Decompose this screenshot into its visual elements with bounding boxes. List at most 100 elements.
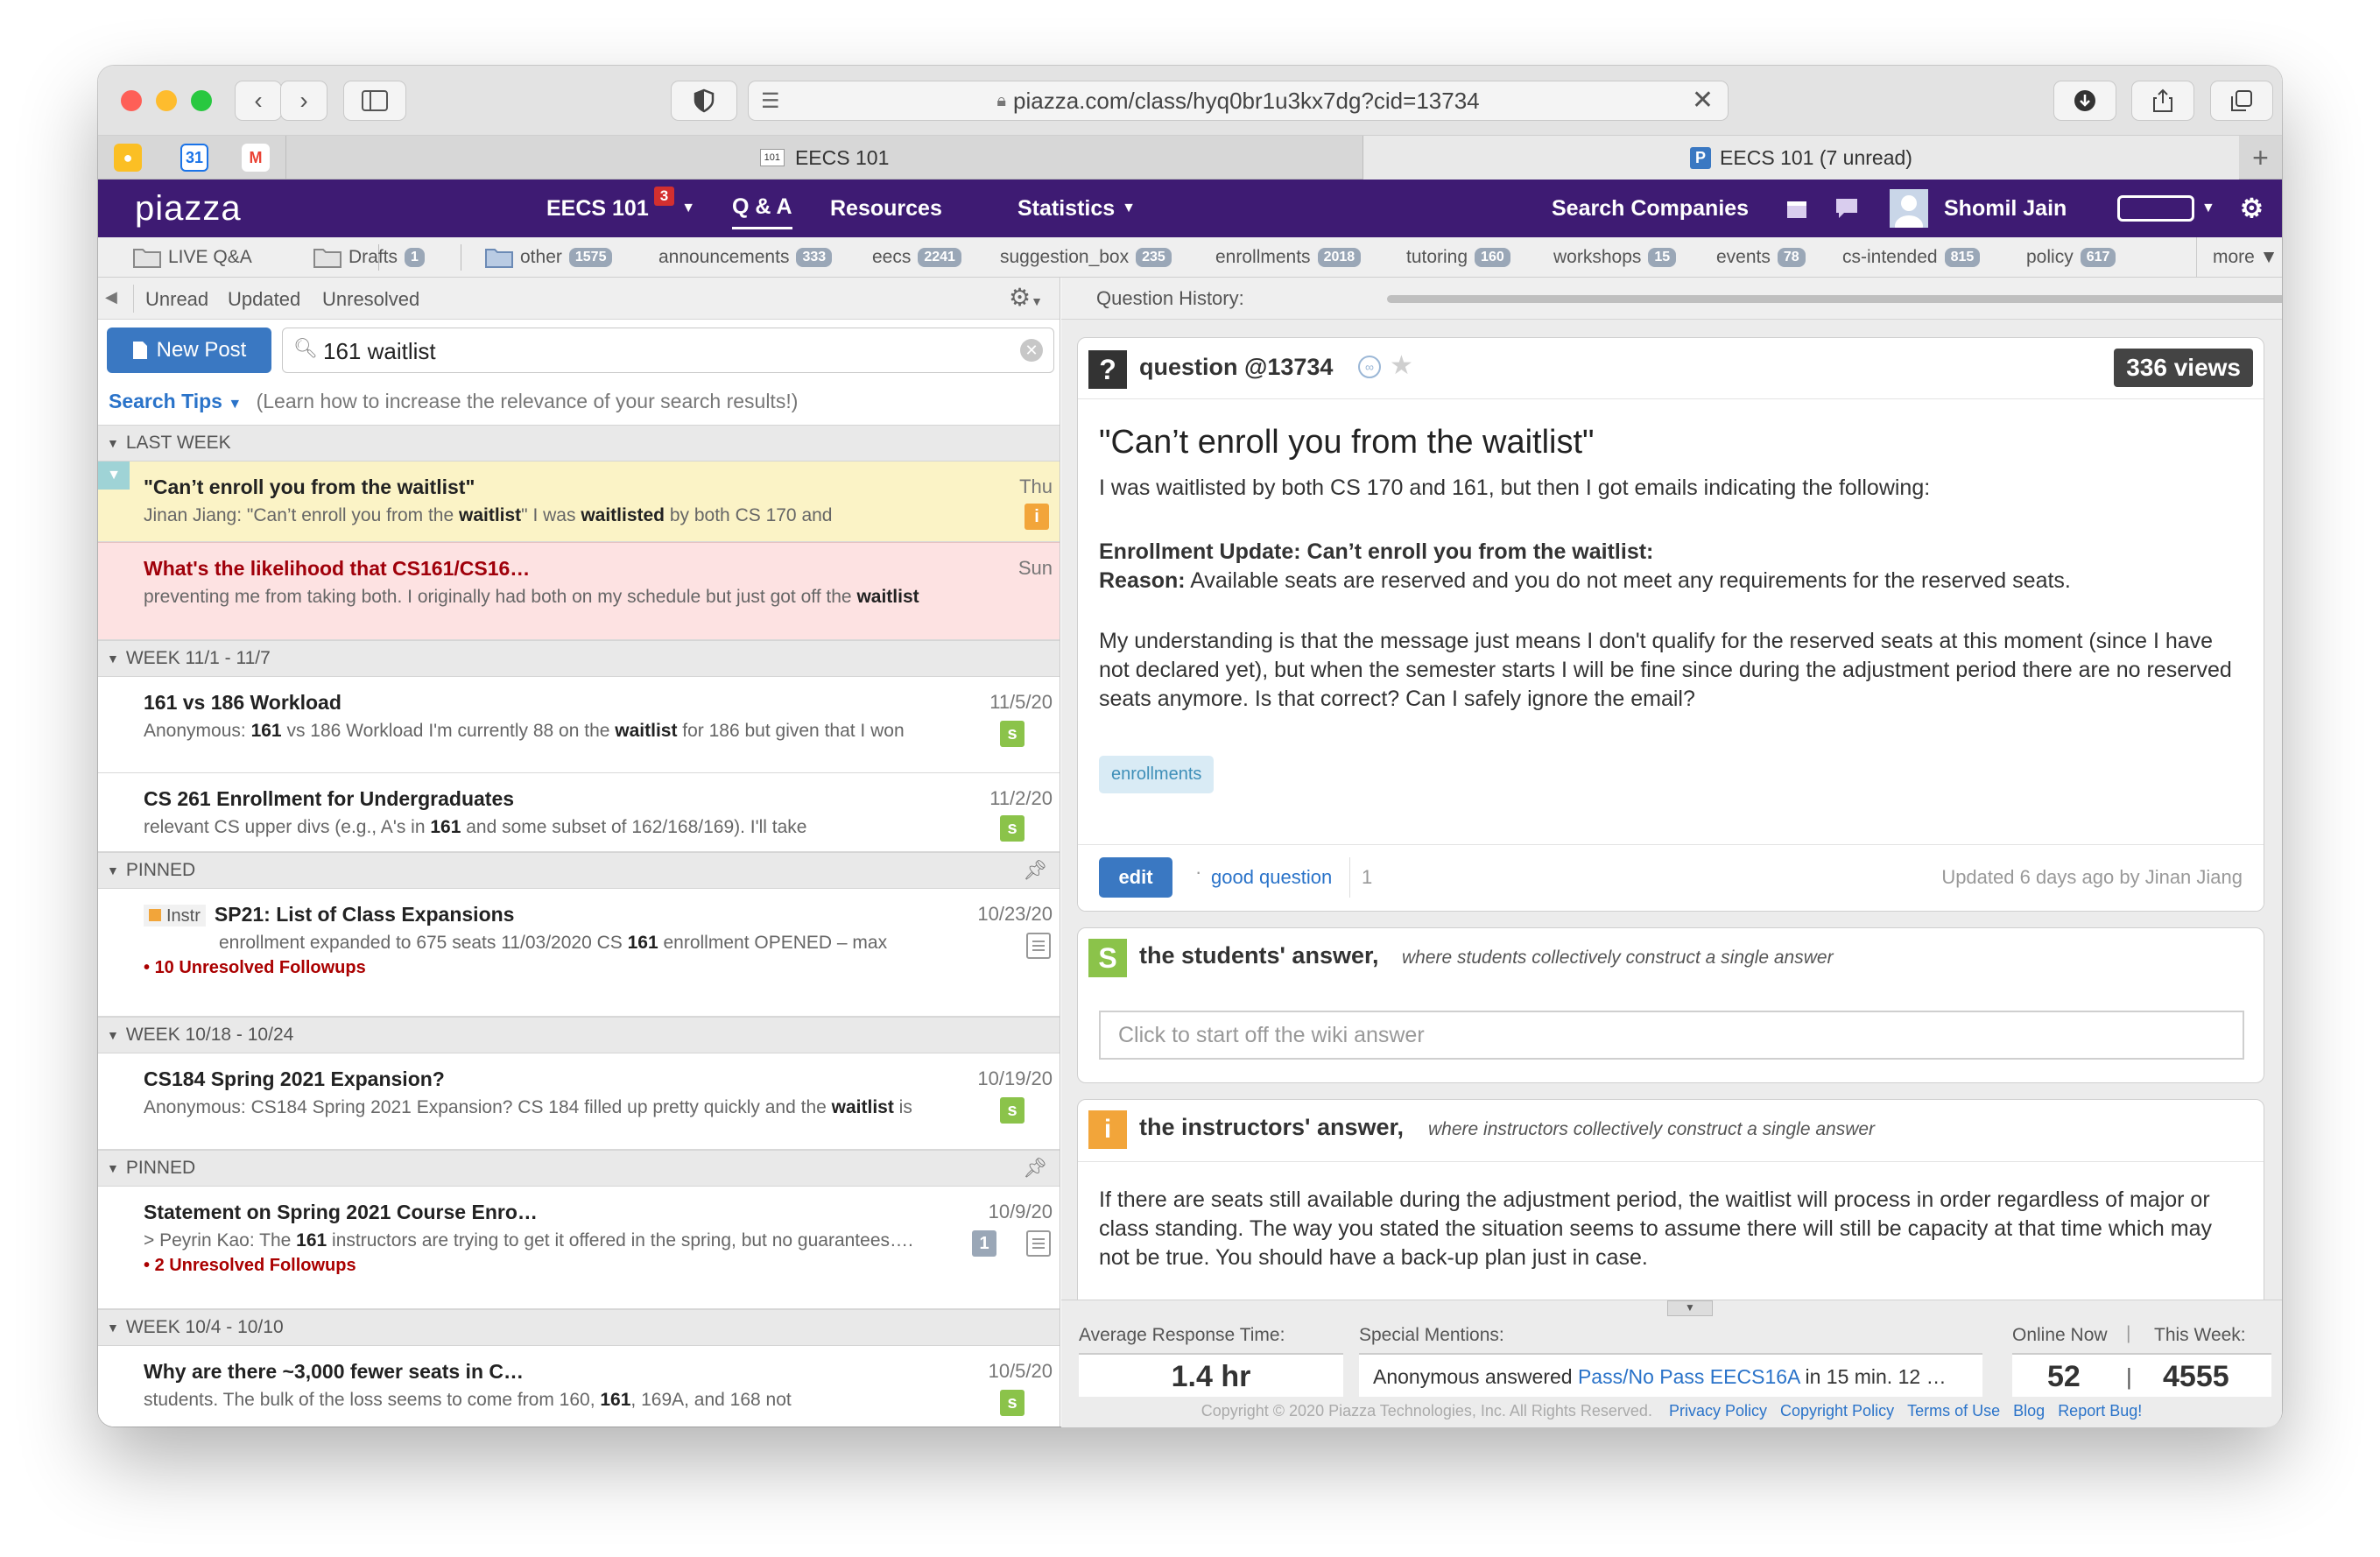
section-header-week[interactable]: ▼ WEEK 10/18 - 10/24: [98, 1017, 1060, 1053]
star-icon[interactable]: ★: [1390, 350, 1413, 381]
question-history-slider[interactable]: [1387, 295, 2282, 303]
question-update-line: Enrollment Update: Can’t enroll you from…: [1099, 539, 1654, 564]
feed-item-snippet: Jinan Jiang: "Can’t enroll you from the …: [144, 505, 833, 525]
search-tips-link[interactable]: Search Tips ▼: [109, 390, 242, 412]
feed-item-pinned[interactable]: Instr SP21: List of Class Expansions enro…: [98, 889, 1060, 1017]
tab-statistics[interactable]: Statistics ▼: [1017, 180, 1136, 237]
tabs-overview-button[interactable]: [2210, 81, 2273, 121]
feed-item[interactable]: Why are there ~3,000 fewer seats in C… s…: [98, 1346, 1060, 1427]
blog-link[interactable]: Blog: [2013, 1402, 2045, 1420]
user-menu-dropdown[interactable]: ▼: [2117, 180, 2215, 237]
section-header-week[interactable]: ▼ WEEK 10/4 - 10/10: [98, 1309, 1060, 1346]
pin-icon: 📌︎: [1023, 1157, 1047, 1179]
zoom-window-button[interactable]: [191, 90, 212, 111]
student-answer-icon: S: [1088, 939, 1127, 977]
feed-item[interactable]: CS184 Spring 2021 Expansion? Anonymous: …: [98, 1053, 1060, 1150]
sidebar-toggle-button[interactable]: [343, 81, 406, 121]
close-window-button[interactable]: [121, 90, 142, 111]
pinned-tab-calendar-icon[interactable]: 31: [180, 144, 208, 172]
feed-item-snippet: relevant CS upper divs (e.g., A's in 161…: [144, 817, 807, 837]
online-now-label: Online Now: [2012, 1325, 2108, 1345]
share-icon: [2153, 88, 2172, 112]
filter-unresolved[interactable]: Unresolved: [322, 288, 419, 311]
folder-tutoring[interactable]: tutoring 160: [1406, 237, 1510, 278]
section-header-pinned[interactable]: ▼ PINNED 📌︎: [98, 852, 1060, 889]
calendar-icon[interactable]: [1786, 180, 1807, 237]
privacy-policy-link[interactable]: Privacy Policy: [1669, 1402, 1767, 1420]
section-header-week[interactable]: ▼ WEEK 11/1 - 11/7: [98, 640, 1060, 677]
privacy-shield-button[interactable]: [671, 81, 737, 121]
new-tab-button[interactable]: +: [2239, 136, 2282, 180]
new-post-button[interactable]: New Post: [107, 328, 271, 373]
feed-item-pinned[interactable]: Statement on Spring 2021 Course Enro… > …: [98, 1187, 1060, 1309]
feed-settings-gear-icon[interactable]: ⚙▼: [1009, 283, 1043, 312]
tab-favicon: 101: [759, 149, 785, 166]
tag-enrollments[interactable]: enrollments: [1099, 756, 1215, 793]
folder-drafts[interactable]: Drafts 1: [313, 237, 425, 278]
terms-of-use-link[interactable]: Terms of Use: [1907, 1402, 2000, 1420]
pinned-tab-gmail-icon[interactable]: M: [242, 144, 270, 172]
good-question-link[interactable]: good question: [1211, 866, 1332, 889]
class-dropdown[interactable]: EECS 101 3 ▼: [546, 180, 695, 237]
forward-button[interactable]: ›: [280, 81, 327, 121]
downloads-button[interactable]: [2053, 81, 2116, 121]
address-bar[interactable]: ☰ 🔒︎ piazza.com/class/hyq0br1u3kx7dg?cid…: [748, 81, 1729, 121]
folder-announcements[interactable]: announcements 333: [658, 237, 833, 278]
plus-icon: +: [2252, 141, 2269, 173]
tab-qa[interactable]: Q & A: [732, 187, 792, 229]
edit-button[interactable]: edit: [1099, 857, 1172, 898]
search-input[interactable]: 🔍︎ 161 waitlist ✕: [282, 328, 1054, 373]
folder-eecs[interactable]: eecs 2241: [872, 237, 961, 278]
piazza-logo[interactable]: piazza: [135, 180, 242, 237]
reader-icon[interactable]: ☰: [761, 88, 780, 114]
tab-eecs101-unread[interactable]: P EECS 101 (7 unread): [1363, 136, 2239, 180]
folders-more-button[interactable]: more ▼: [2196, 237, 2278, 278]
wiki-answer-input[interactable]: Click to start off the wiki answer: [1099, 1011, 2244, 1060]
chevron-left-icon: ‹: [254, 87, 263, 114]
section-header-last-week[interactable]: ▼ LAST WEEK: [98, 425, 1060, 461]
clear-url-icon[interactable]: ✕: [1692, 85, 1714, 116]
share-button[interactable]: [2131, 81, 2194, 121]
report-bug-link[interactable]: Report Bug!: [2058, 1402, 2142, 1420]
class-notification-badge: 3: [653, 187, 675, 206]
copyright-policy-link[interactable]: Copyright Policy: [1780, 1402, 1894, 1420]
expand-stats-icon[interactable]: ▼: [1667, 1300, 1713, 1316]
avg-response-label: Average Response Time:: [1079, 1325, 1285, 1345]
folder-suggestion-box[interactable]: suggestion_box 235: [1000, 237, 1172, 278]
followup-count-badge: 1: [972, 1230, 996, 1257]
clear-search-icon[interactable]: ✕: [1020, 339, 1043, 362]
folder-workshops[interactable]: workshops 15: [1553, 237, 1677, 278]
filter-updated[interactable]: Updated: [228, 288, 300, 311]
user-name[interactable]: Shomil Jain: [1944, 180, 2067, 237]
folder-policy[interactable]: policy 617: [2026, 237, 2116, 278]
section-header-pinned[interactable]: ▼ PINNED 📌︎: [98, 1150, 1060, 1187]
feed-item-title: Instr SP21: List of Class Expansions: [144, 903, 928, 926]
search-icon: 🔍︎: [293, 337, 318, 359]
feed-item-unanswered[interactable]: What's the likelihood that CS161/CS16… p…: [98, 542, 1060, 640]
feed-item-selected[interactable]: ▼ "Can’t enroll you from the waitlist" J…: [98, 461, 1060, 542]
filter-unread[interactable]: Unread: [145, 288, 208, 311]
minimize-window-button[interactable]: [156, 90, 177, 111]
chat-icon[interactable]: [1835, 180, 1858, 237]
question-header: ? question @13734 ∞ ★ 336 views: [1078, 338, 2264, 399]
mention-link[interactable]: Pass/No Pass EECS16A: [1578, 1365, 1799, 1388]
folder-live-qa[interactable]: LIVE Q&A: [133, 237, 252, 278]
gear-icon[interactable]: ⚙: [2240, 180, 2264, 237]
tab-eecs101[interactable]: 101 EECS 101: [285, 136, 1363, 180]
feed-item[interactable]: 161 vs 186 Workload Anonymous: 161 vs 18…: [98, 677, 1060, 773]
folder-events[interactable]: events 78: [1716, 237, 1806, 278]
folder-cs-intended[interactable]: cs-intended 815: [1842, 237, 1981, 278]
feed-item-date: 10/23/20: [977, 903, 1053, 925]
collapse-feed-icon[interactable]: ◀: [105, 288, 117, 306]
feed-item[interactable]: CS 261 Enrollment for Undergraduates rel…: [98, 773, 1060, 852]
instructor-badge: Instr: [144, 905, 206, 926]
tab-resources[interactable]: Resources: [830, 180, 942, 237]
pinned-tab-keep-icon[interactable]: ●: [114, 144, 142, 172]
folder-other[interactable]: other 1575: [485, 237, 613, 278]
avatar[interactable]: [1890, 180, 1928, 237]
back-button[interactable]: ‹: [235, 81, 282, 121]
folder-enrollments[interactable]: enrollments 2018: [1215, 237, 1362, 278]
link-icon[interactable]: ∞: [1358, 356, 1381, 378]
question-card: ? question @13734 ∞ ★ 336 views "Can’t e…: [1077, 337, 2264, 912]
search-companies-link[interactable]: Search Companies: [1552, 180, 1749, 237]
